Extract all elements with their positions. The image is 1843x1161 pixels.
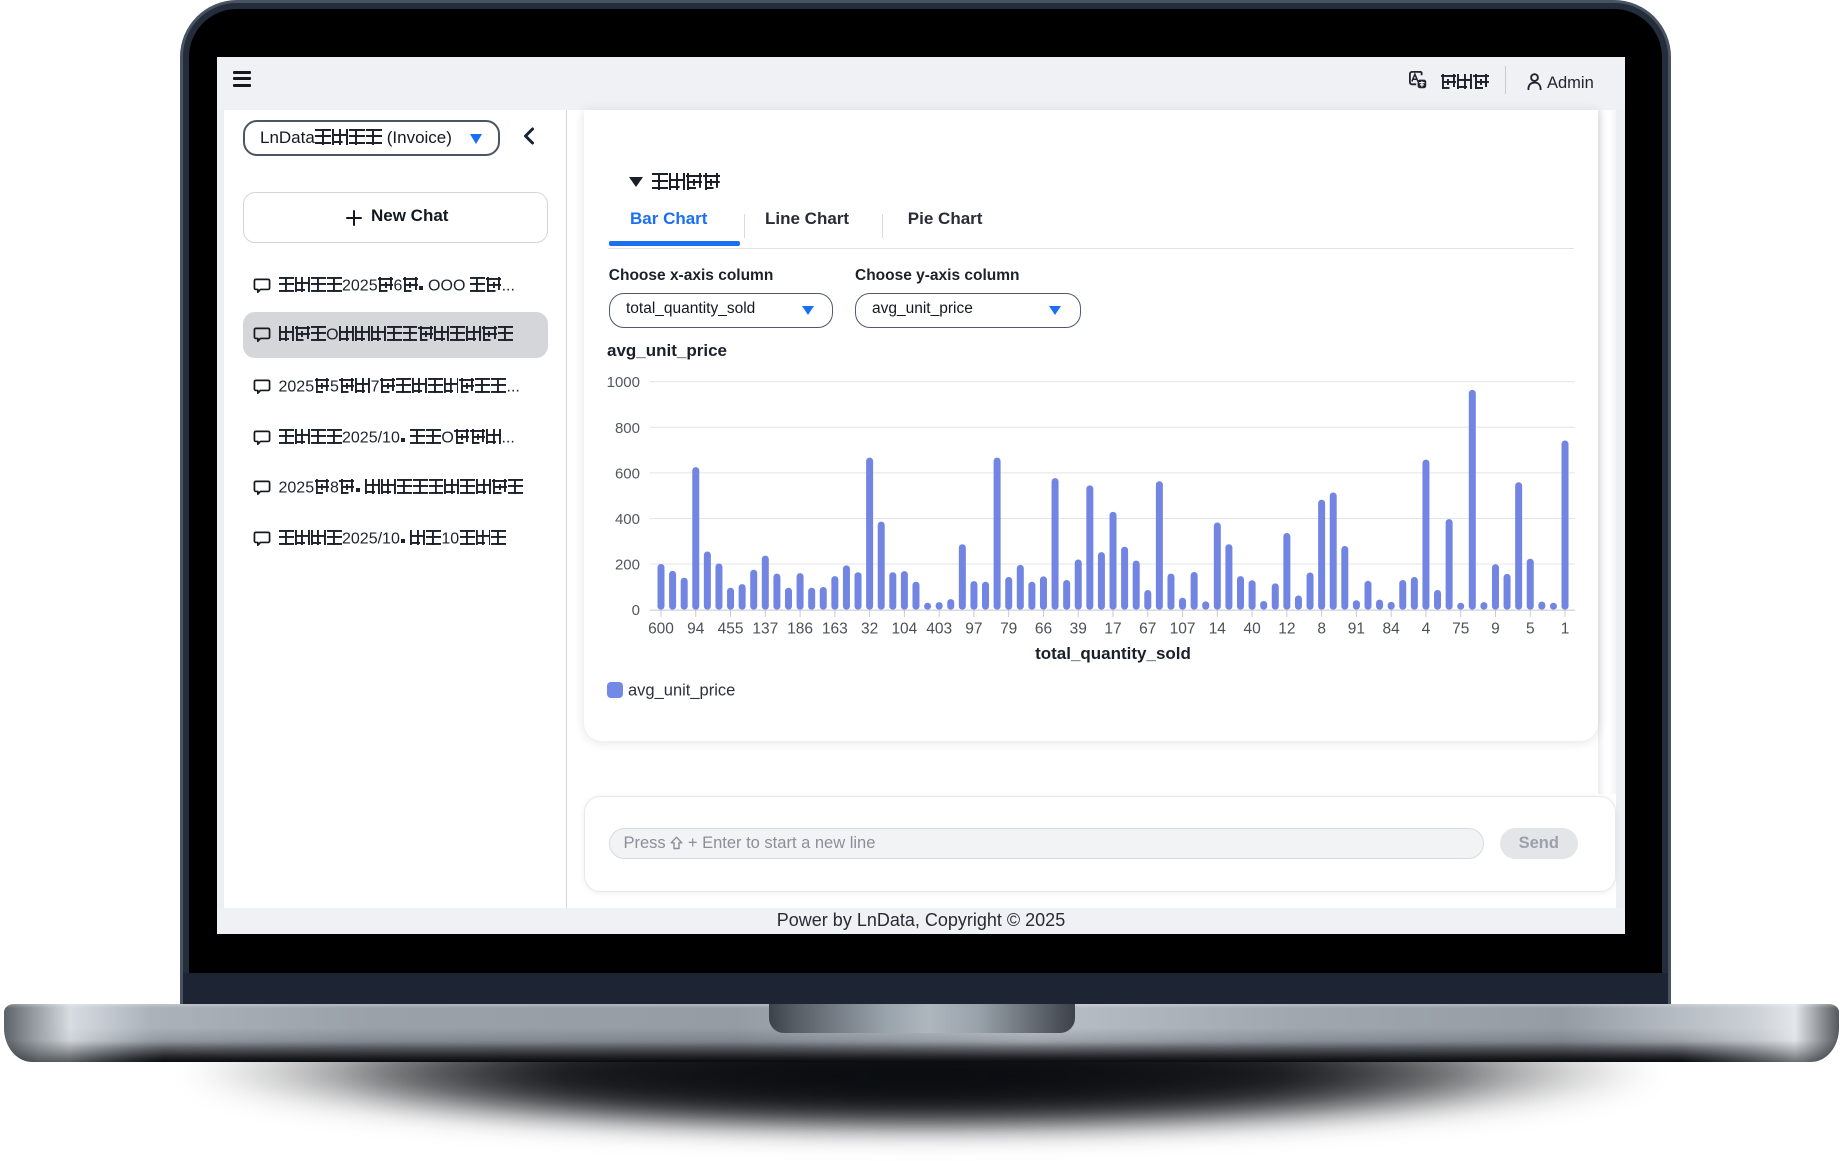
svg-text:91: 91 xyxy=(1348,621,1365,638)
svg-text:163: 163 xyxy=(822,621,848,638)
svg-text:39: 39 xyxy=(1070,621,1087,638)
svg-text:200: 200 xyxy=(615,557,640,574)
svg-text:75: 75 xyxy=(1452,621,1469,638)
svg-text:32: 32 xyxy=(861,621,878,638)
svg-text:40: 40 xyxy=(1243,621,1261,638)
svg-text:137: 137 xyxy=(752,621,778,638)
svg-text:1: 1 xyxy=(1561,621,1570,638)
svg-text:5: 5 xyxy=(1526,621,1535,638)
svg-text:104: 104 xyxy=(891,621,917,638)
svg-text:455: 455 xyxy=(718,621,744,638)
svg-text:600: 600 xyxy=(615,465,640,482)
svg-text:4: 4 xyxy=(1422,621,1431,638)
svg-text:97: 97 xyxy=(965,621,982,638)
svg-text:0: 0 xyxy=(632,602,640,619)
svg-text:9: 9 xyxy=(1491,621,1500,638)
svg-text:17: 17 xyxy=(1104,621,1121,638)
svg-text:avg_unit_price: avg_unit_price xyxy=(628,682,735,700)
svg-text:94: 94 xyxy=(687,621,705,638)
svg-text:14: 14 xyxy=(1209,621,1227,638)
svg-text:403: 403 xyxy=(926,621,952,638)
svg-text:79: 79 xyxy=(1000,621,1017,638)
svg-text:1000: 1000 xyxy=(607,374,640,391)
svg-text:600: 600 xyxy=(648,621,674,638)
svg-text:67: 67 xyxy=(1139,621,1156,638)
svg-text:total_quantity_sold: total_quantity_sold xyxy=(1035,644,1191,663)
svg-text:186: 186 xyxy=(787,621,813,638)
svg-text:8: 8 xyxy=(1317,621,1326,638)
svg-text:66: 66 xyxy=(1035,621,1052,638)
svg-text:12: 12 xyxy=(1278,621,1295,638)
svg-text:800: 800 xyxy=(615,420,640,437)
svg-text:107: 107 xyxy=(1170,621,1196,638)
svg-text:400: 400 xyxy=(615,511,640,528)
svg-text:84: 84 xyxy=(1383,621,1401,638)
